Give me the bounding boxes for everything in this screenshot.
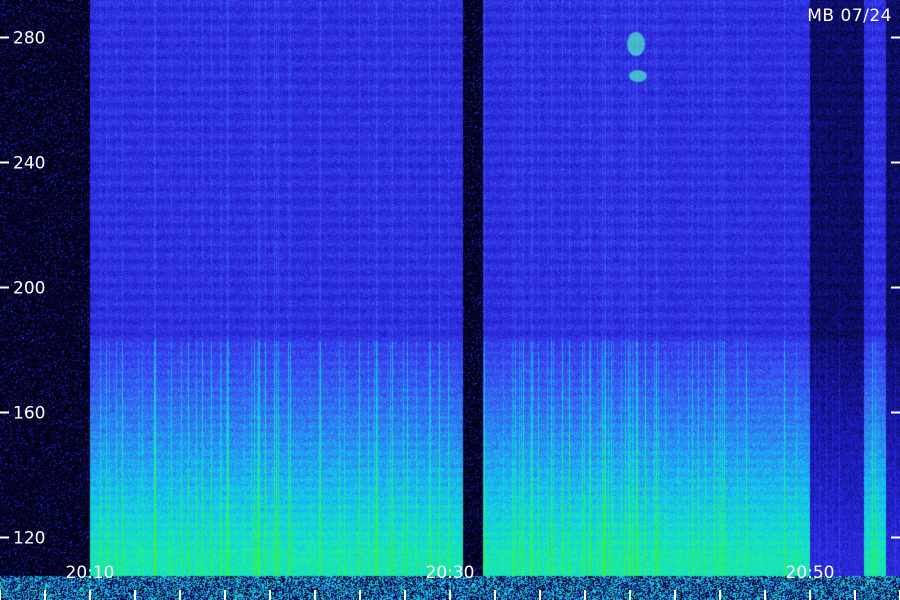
y-tick-label: 160 (13, 404, 45, 424)
x-tick-label: 20:50 (786, 563, 835, 583)
y-tick-label: 120 (13, 529, 45, 549)
date-stamp: MB 07/24 (807, 6, 892, 26)
y-tick-label: 240 (13, 154, 45, 174)
axes-overlay: 280 240 200 160 120 20:10 20:30 20:50 (0, 29, 900, 600)
x-tick-label: 20:10 (66, 563, 115, 583)
y-tick-label: 280 (13, 29, 45, 49)
y-tick-label: 200 (13, 279, 45, 299)
y-axis: 280 240 200 160 120 (0, 29, 900, 549)
x-tick-label: 20:30 (426, 563, 475, 583)
x-axis: 20:10 20:30 20:50 (0, 563, 900, 600)
